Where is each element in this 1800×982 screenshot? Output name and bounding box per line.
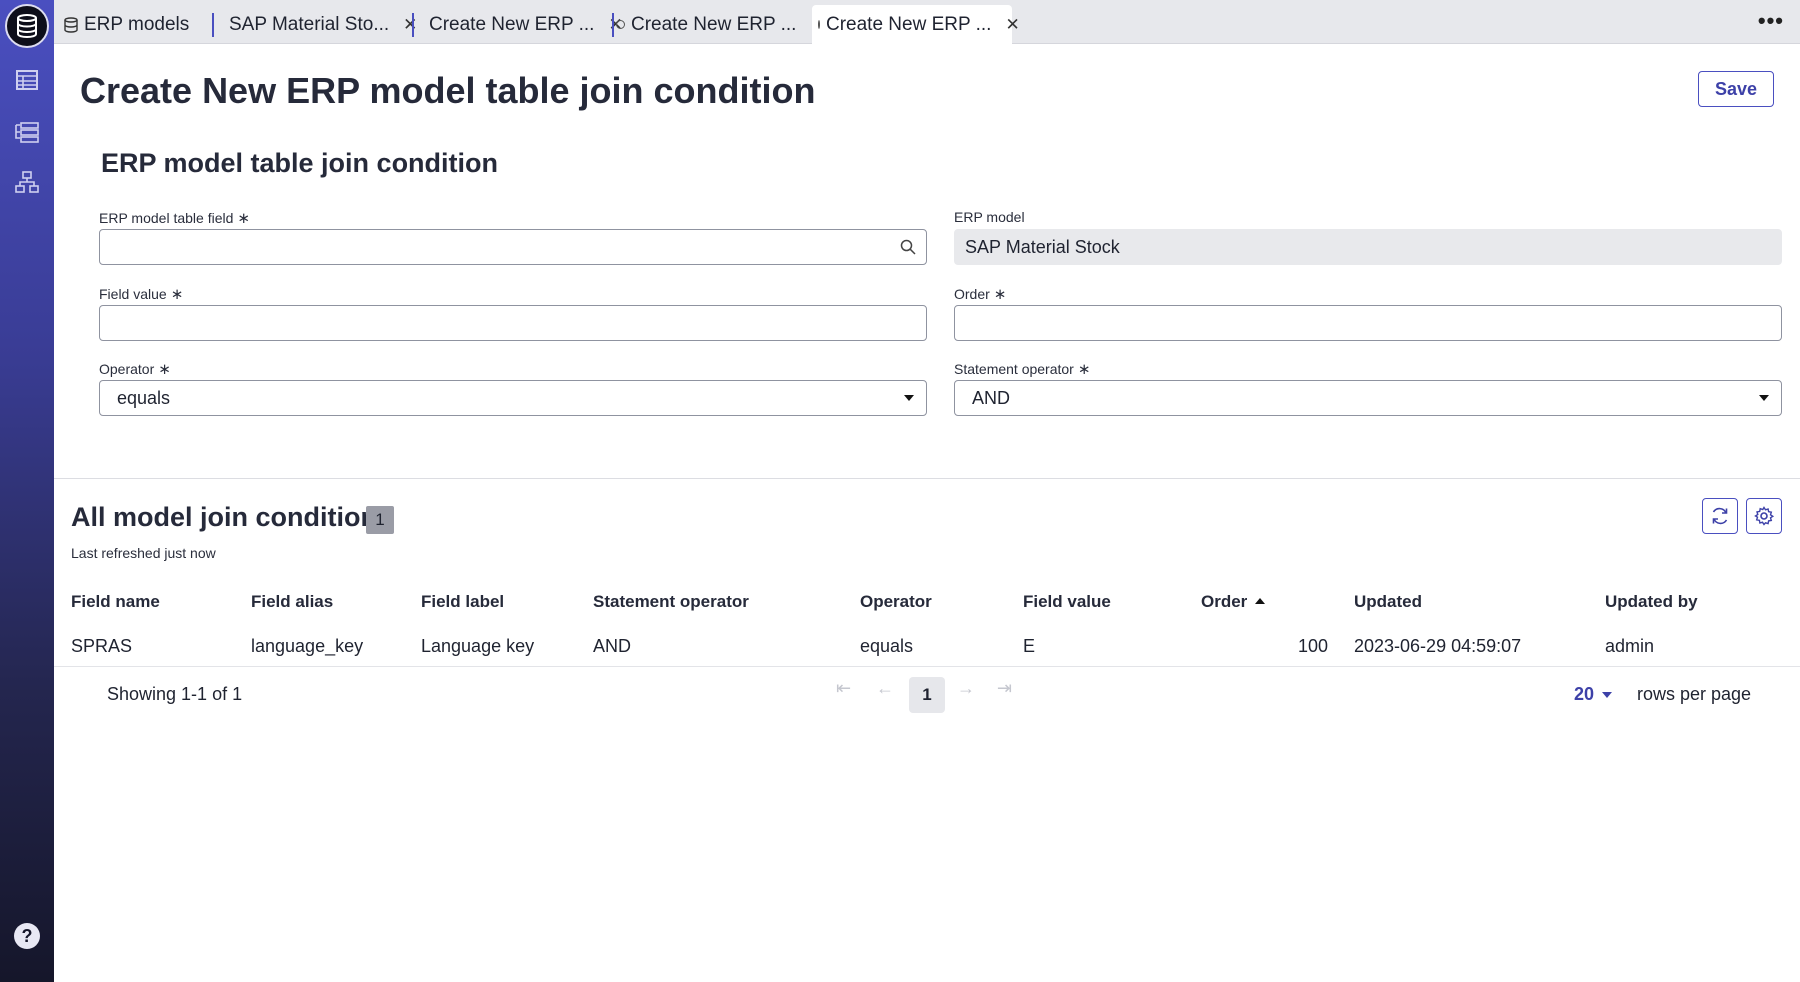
- help-icon[interactable]: ?: [13, 922, 41, 950]
- column-header-statement-operator[interactable]: Statement operator: [593, 592, 749, 612]
- count-badge: 1: [366, 506, 394, 534]
- section-title: ERP model table join condition: [101, 148, 499, 178]
- operator-label: Operator ∗: [99, 360, 171, 378]
- database-logo-icon[interactable]: [5, 4, 49, 48]
- unsaved-dot-icon: [616, 20, 625, 29]
- tab-label: ERP models: [84, 13, 190, 35]
- select-value: AND: [972, 387, 1011, 408]
- layers-table-icon[interactable]: [13, 118, 41, 146]
- field-value-label: Field value ∗: [99, 285, 183, 303]
- tab-separator: [212, 13, 214, 37]
- field-value: SAP Material Stock: [965, 236, 1120, 257]
- label-text: ERP model table field: [99, 210, 234, 226]
- tab-label: SAP Material Sto...: [229, 13, 390, 35]
- cell-operator: equals: [860, 636, 914, 656]
- showing-count: Showing 1-1 of 1: [107, 684, 243, 704]
- search-icon[interactable]: [900, 239, 916, 255]
- order-label: Order ∗: [954, 285, 1006, 303]
- tab-create-new-erp-active[interactable]: Create New ERP ... ✕: [812, 5, 1020, 44]
- save-button[interactable]: Save: [1698, 71, 1774, 107]
- next-page-icon[interactable]: →: [957, 678, 975, 699]
- sort-ascending-icon: [1255, 597, 1266, 604]
- last-refreshed-text: Last refreshed just now: [71, 545, 216, 561]
- statement-operator-select[interactable]: AND: [954, 380, 1782, 416]
- tab-bar: ERP models SAP Material Sto... ✕ Create …: [54, 0, 1800, 44]
- required-mark: ∗: [237, 210, 250, 227]
- tab-sap-material-stock[interactable]: SAP Material Sto... ✕: [229, 5, 417, 44]
- list-title: All model join conditions: [71, 502, 392, 532]
- previous-page-icon[interactable]: ←: [876, 678, 894, 699]
- hierarchy-icon[interactable]: [13, 168, 41, 196]
- required-mark: ∗: [1077, 361, 1091, 378]
- chevron-down-icon: [904, 395, 914, 401]
- label-text: Order: [954, 286, 990, 302]
- last-page-icon[interactable]: ⇥: [997, 678, 1012, 699]
- settings-button[interactable]: [1746, 498, 1782, 534]
- page-title: Create New ERP model table join conditio…: [80, 70, 816, 111]
- cell-field-label: Language key: [421, 636, 535, 656]
- rows-per-page-label: rows per page: [1637, 684, 1752, 704]
- more-tabs-icon[interactable]: •••: [1758, 8, 1784, 34]
- refresh-icon: [1712, 507, 1728, 525]
- statement-operator-label: Statement operator ∗: [954, 360, 1090, 378]
- refresh-button[interactable]: [1702, 498, 1738, 534]
- required-mark: ∗: [158, 361, 171, 378]
- field-value-input[interactable]: [99, 305, 927, 341]
- close-icon[interactable]: ✕: [1005, 15, 1019, 35]
- column-header-field-alias[interactable]: Field alias: [251, 592, 333, 612]
- cell-order: 100: [1297, 636, 1328, 656]
- required-mark: ∗: [170, 286, 184, 303]
- column-header-updated-by[interactable]: Updated by: [1605, 592, 1698, 612]
- cell-statement-operator: AND: [593, 636, 632, 656]
- column-header-field-value[interactable]: Field value: [1023, 592, 1111, 612]
- gear-icon: [1754, 506, 1774, 526]
- tab-erp-models[interactable]: ERP models: [64, 5, 189, 44]
- unsaved-dot-icon: [818, 20, 820, 29]
- column-header-updated[interactable]: Updated: [1354, 592, 1422, 612]
- column-header-operator[interactable]: Operator: [860, 592, 932, 612]
- erp-model-field: SAP Material Stock: [954, 229, 1782, 265]
- order-input[interactable]: [954, 305, 1782, 341]
- column-header-field-label[interactable]: Field label: [421, 592, 504, 612]
- table-field-label: ERP model table field ∗: [99, 209, 250, 227]
- close-icon[interactable]: ✕: [403, 15, 417, 35]
- column-header-field-name[interactable]: Field name: [71, 592, 160, 612]
- first-page-icon[interactable]: ⇤: [836, 678, 851, 699]
- select-value: equals: [117, 387, 171, 408]
- row-divider: [54, 666, 1800, 667]
- current-page-button[interactable]: 1: [909, 677, 945, 713]
- sidebar: ?: [0, 0, 54, 982]
- table-icon[interactable]: [13, 66, 41, 94]
- tab-separator: [612, 13, 614, 37]
- required-mark: ∗: [993, 286, 1007, 303]
- help-label: ?: [22, 926, 33, 946]
- section-divider: [54, 478, 1800, 479]
- tab-create-new-erp-1[interactable]: Create New ERP ... ✕: [429, 5, 623, 44]
- tab-label: Create New ERP ...: [631, 13, 797, 35]
- table-field-input[interactable]: [99, 229, 927, 265]
- tab-label: Create New ERP ...: [429, 13, 595, 35]
- cell-updated: 2023-06-29 04:59:07: [1354, 636, 1522, 656]
- erp-model-label: ERP model: [954, 209, 1025, 225]
- cell-field-name[interactable]: SPRAS: [71, 636, 132, 657]
- label-text: Field value: [99, 286, 167, 302]
- chevron-down-icon[interactable]: [1602, 692, 1612, 698]
- column-header-order[interactable]: Order: [1201, 592, 1266, 612]
- label-text: Statement operator: [954, 361, 1074, 377]
- database-icon: [64, 16, 78, 33]
- cell-field-value: E: [1023, 636, 1036, 656]
- rows-per-page-select[interactable]: 20: [1574, 684, 1594, 705]
- header-label: Order: [1201, 592, 1248, 611]
- label-text: Operator: [99, 361, 155, 377]
- tab-separator: [412, 13, 414, 37]
- label-text: ERP model: [954, 209, 1025, 225]
- cell-field-alias: language_key: [251, 636, 364, 656]
- operator-select[interactable]: equals: [99, 380, 927, 416]
- tab-create-new-erp-2[interactable]: Create New ERP ... ✕: [616, 5, 825, 44]
- chevron-down-icon: [1759, 395, 1769, 401]
- tab-label: Create New ERP ...: [826, 13, 992, 35]
- cell-updated-by: admin: [1605, 636, 1655, 656]
